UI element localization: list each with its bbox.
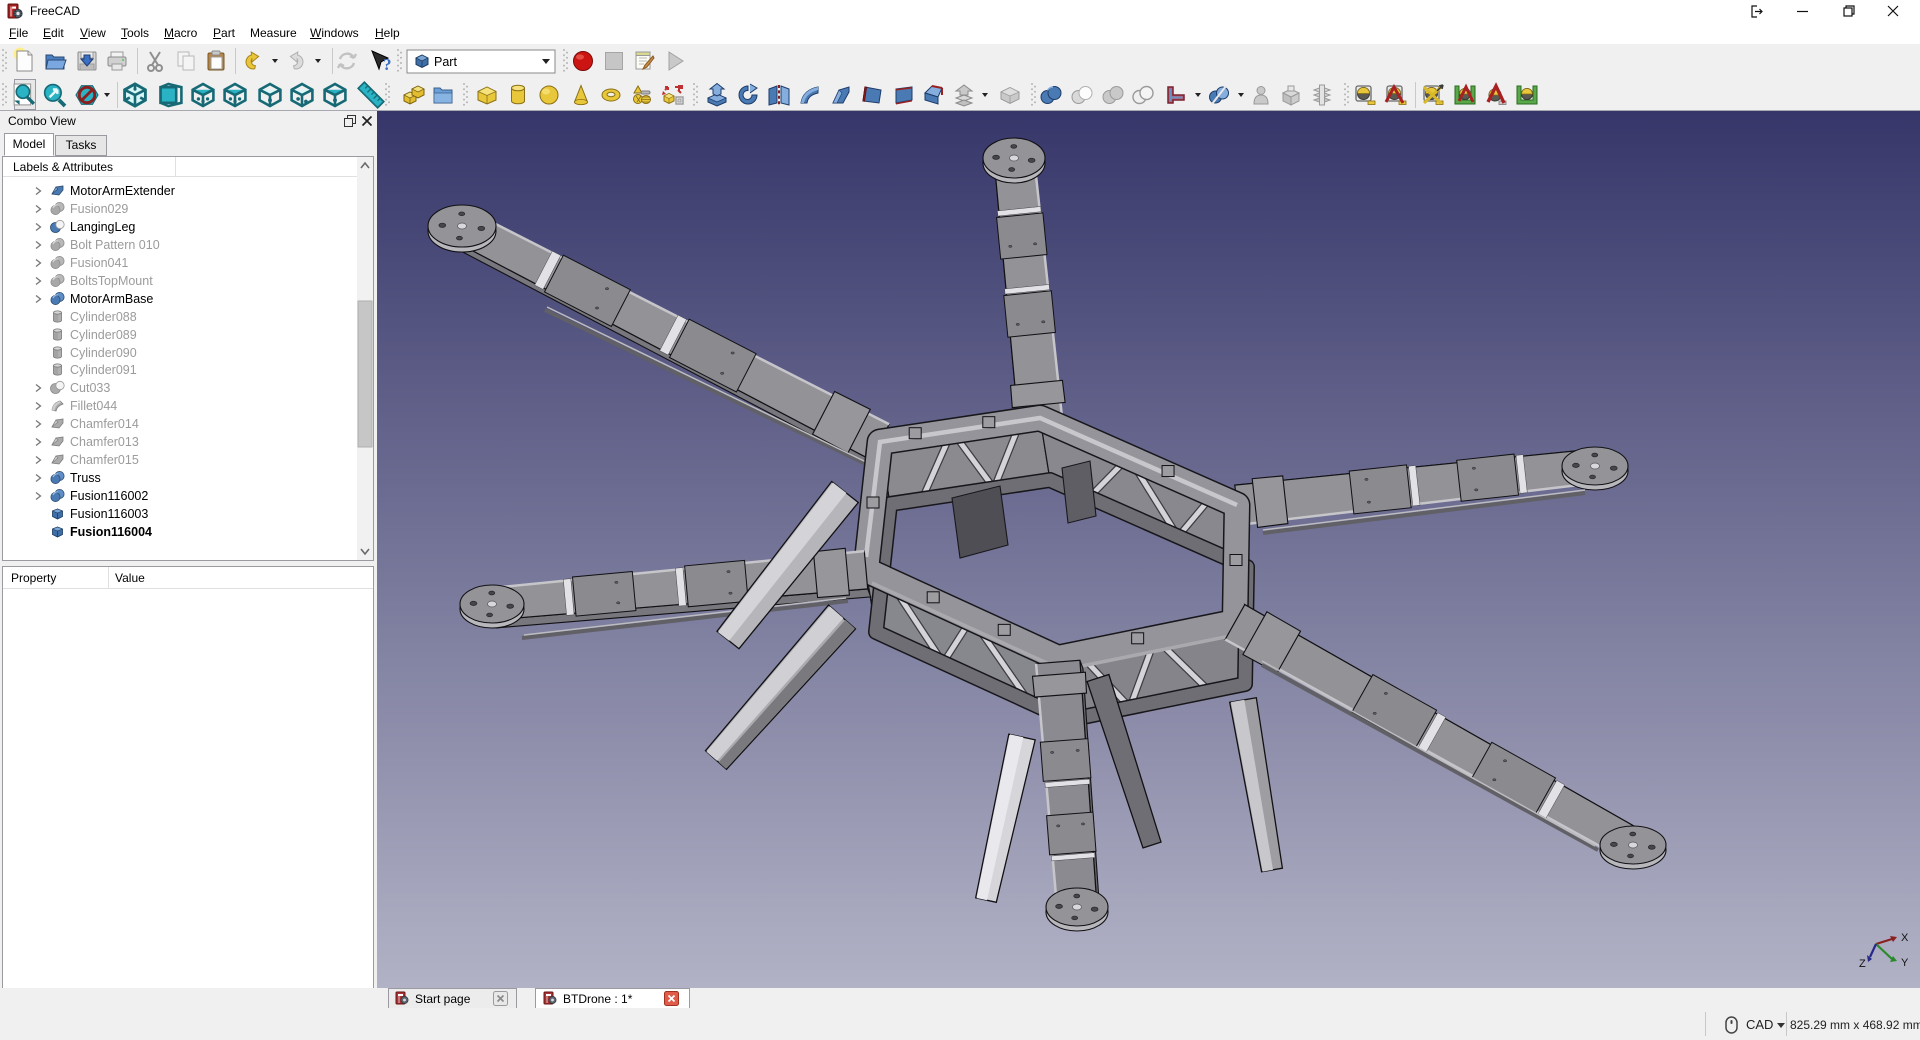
svg-text:X: X bbox=[1901, 932, 1909, 944]
svg-text:Z: Z bbox=[1859, 958, 1866, 970]
svg-text:Part: Part bbox=[434, 55, 457, 69]
svg-text:?: ? bbox=[383, 55, 392, 74]
svg-text:Y: Y bbox=[1901, 957, 1909, 969]
